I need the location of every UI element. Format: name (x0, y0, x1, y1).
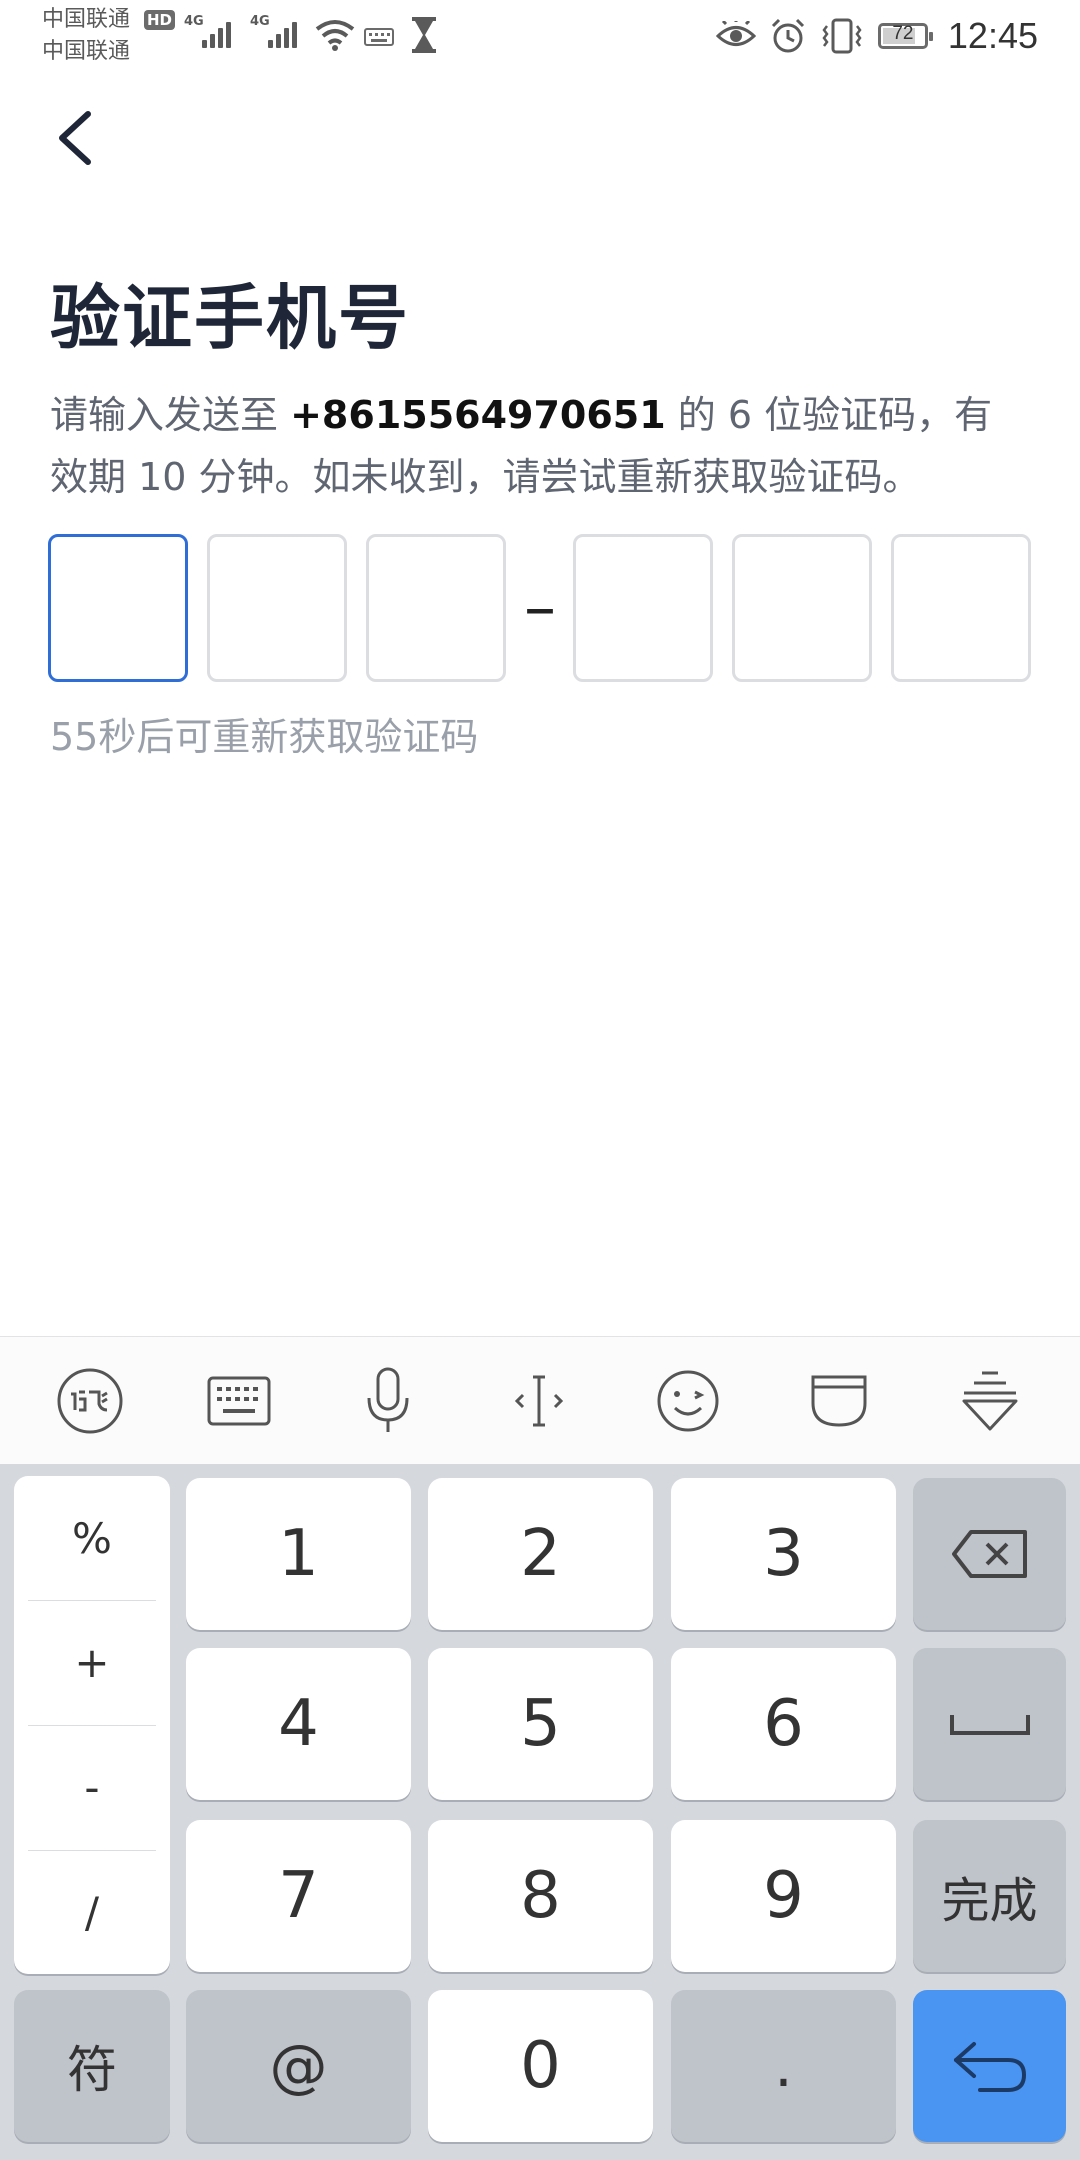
hourglass-icon (412, 17, 436, 53)
status-bar: 中国联通 中国联通 HD 4G 4G 72 12:45 (0, 0, 1080, 72)
carrier-name-2: 中国联通 (42, 39, 131, 64)
clipboard-button[interactable] (797, 1359, 881, 1443)
carrier-name-1: 中国联通 (42, 7, 131, 32)
hide-keyboard-icon (962, 1371, 1018, 1431)
eye-comfort-icon (715, 21, 756, 46)
key-7[interactable]: 7 (186, 1820, 411, 1972)
code-digit-box-1[interactable] (48, 534, 188, 682)
key-2[interactable]: 2 (428, 1478, 653, 1630)
key-8[interactable]: 8 (428, 1820, 653, 1972)
keyboard-icon (207, 1376, 271, 1426)
resend-countdown: 55秒后可重新获取验证码 (50, 715, 479, 759)
key-slash[interactable]: / (14, 1850, 170, 1974)
emoji-button[interactable] (646, 1359, 730, 1443)
keyboard-status-icon (364, 28, 394, 46)
code-digit-box-3[interactable] (366, 534, 506, 682)
voice-input-button[interactable] (346, 1359, 430, 1443)
key-at[interactable]: @ (186, 1990, 411, 2142)
ifly-logo-button[interactable] (48, 1359, 132, 1443)
key-1[interactable]: 1 (186, 1478, 411, 1630)
status-icons-right: 72 12:45 (715, 12, 1038, 60)
cursor-icon (514, 1375, 564, 1427)
key-dot[interactable]: . (671, 1990, 896, 2142)
keyboard-toolbar (0, 1336, 1080, 1465)
space-key[interactable] (913, 1648, 1066, 1800)
key-5[interactable]: 5 (428, 1648, 653, 1800)
instruction-prefix: 请输入发送至 (50, 393, 291, 437)
key-minus[interactable]: - (14, 1725, 170, 1849)
ifly-logo-icon (57, 1368, 123, 1434)
key-plus[interactable]: + (14, 1600, 170, 1724)
chevron-left-icon (59, 111, 91, 165)
code-digit-box-4[interactable] (573, 534, 713, 682)
backspace-key[interactable] (913, 1478, 1066, 1630)
alarm-icon (771, 18, 804, 53)
key-4[interactable]: 4 (186, 1648, 411, 1800)
key-9[interactable]: 9 (671, 1820, 896, 1972)
status-time: 12:45 (947, 15, 1038, 56)
emoji-icon (657, 1370, 719, 1432)
hd-badge: HD (144, 10, 176, 30)
wifi-icon (315, 20, 355, 51)
vibrate-icon (822, 18, 862, 54)
network-type-1: 4G (184, 14, 204, 29)
done-key[interactable]: 完成 (913, 1820, 1066, 1972)
key-6[interactable]: 6 (671, 1648, 896, 1800)
keyboard-switch-button[interactable] (197, 1359, 281, 1443)
instruction-text: 请输入发送至 +8615564970651 的 6 位验证码，有效期 10 分钟… (50, 384, 1030, 508)
phone-number: +8615564970651 (290, 393, 666, 437)
back-button[interactable] (48, 100, 104, 176)
enter-key[interactable] (913, 1990, 1066, 2142)
code-digit-box-6[interactable] (891, 534, 1031, 682)
network-type-2: 4G (250, 14, 270, 29)
verification-code-input[interactable]: – (48, 534, 1032, 684)
symbol-column: % + - / (14, 1476, 170, 1974)
key-3[interactable]: 3 (671, 1478, 896, 1630)
page-title: 验证手机号 (50, 277, 410, 359)
key-0[interactable]: 0 (428, 1990, 653, 2142)
microphone-icon (367, 1367, 409, 1432)
battery-level: 72 (892, 23, 914, 44)
space-icon (949, 1715, 1030, 1735)
cursor-move-button[interactable] (497, 1359, 581, 1443)
code-separator: – (524, 571, 556, 645)
return-icon (953, 2042, 1026, 2092)
battery-icon: 72 (877, 23, 933, 49)
clipboard-icon (811, 1375, 867, 1427)
key-percent[interactable]: % (14, 1476, 170, 1600)
hide-keyboard-button[interactable] (948, 1359, 1032, 1443)
code-digit-box-2[interactable] (207, 534, 347, 682)
symbol-switch-key[interactable]: 符 (14, 1990, 170, 2142)
backspace-icon (951, 1530, 1027, 1578)
code-digit-box-5[interactable] (732, 534, 872, 682)
